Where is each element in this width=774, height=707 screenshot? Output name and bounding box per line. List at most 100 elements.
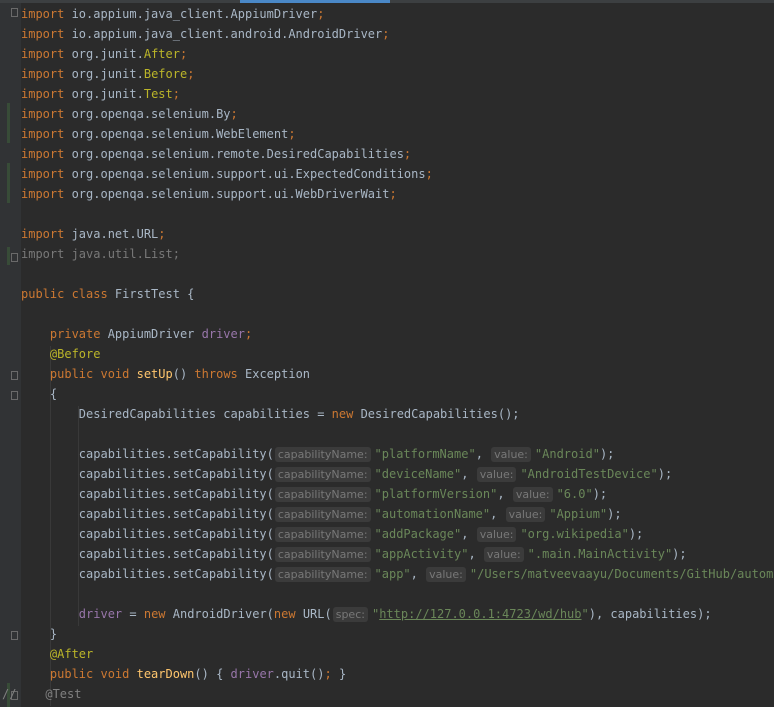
keyword: public void: [49, 367, 137, 381]
capability-value: "AndroidTestDevice": [520, 467, 658, 481]
code-line-setup-signature: public void setUp() throws Exception: [21, 364, 774, 384]
fold-toggle-icon[interactable]: [11, 253, 18, 262]
operator: =: [122, 607, 144, 621]
method-name: setUp: [136, 367, 173, 381]
vcs-change-marker: [7, 247, 10, 265]
keyword: import: [21, 107, 65, 121]
keyword: import: [21, 47, 65, 61]
import-path: io.appium.java_client.AppiumDriver: [64, 7, 318, 21]
keyword: import: [21, 87, 65, 101]
code-line-field: private AppiumDriver driver;: [21, 324, 774, 344]
keyword: public class: [21, 287, 115, 301]
constructor-call: DesiredCapabilities();: [353, 407, 520, 421]
imported-class: Before: [143, 67, 188, 81]
code-line-set-capability: capabilities.setCapability(capabilityNam…: [21, 464, 774, 484]
semicolon: ;: [317, 7, 325, 21]
capability-name: "appActivity": [374, 547, 469, 561]
keyword: throws: [194, 367, 238, 381]
method-call: capabilities.setCapability(: [78, 467, 274, 481]
vcs-change-marker: [7, 163, 10, 203]
call-end: );: [607, 507, 622, 521]
keyword: import: [21, 147, 65, 161]
code-line-import: import org.openqa.selenium.WebElement;: [21, 124, 774, 144]
capability-value: "6.0": [556, 487, 593, 501]
code-line-import-url: import java.net.URL;: [21, 224, 774, 244]
semicolon: ;: [403, 147, 412, 161]
import-path: org.openqa.selenium.support.ui.ExpectedC…: [64, 167, 426, 181]
active-tab-indicator: [240, 0, 390, 3]
keyword: import: [21, 27, 65, 41]
capability-name: "platformVersion": [374, 487, 498, 501]
url-link[interactable]: http://127.0.0.1:4723/wd/hub: [379, 607, 581, 621]
code-line-set-capability: capabilities.setCapability(capabilityNam…: [21, 504, 774, 524]
comma: ,: [410, 567, 426, 581]
code-line-commented-test: // @Test: [0, 684, 774, 704]
call-end: );: [657, 467, 673, 481]
code-area[interactable]: import io.appium.java_client.AppiumDrive…: [2, 4, 774, 704]
keyword: new: [331, 407, 354, 421]
keyword: import: [21, 167, 65, 181]
method-call: .quit(): [273, 667, 325, 681]
parens: (): [172, 367, 195, 381]
comma: ,: [461, 527, 476, 541]
capability-value: "Android": [534, 447, 600, 461]
code-line-import: import org.junit.Before;: [21, 64, 774, 84]
brace: {: [216, 667, 231, 681]
code-line-import: import org.junit.After;: [21, 44, 774, 64]
capability-name: "addPackage": [374, 527, 462, 541]
parameter-hint-value: value:: [476, 527, 517, 542]
call-end: );: [592, 487, 608, 501]
exception-type: Exception: [237, 367, 311, 381]
semicolon: ;: [179, 47, 188, 61]
imported-class: After: [143, 47, 180, 61]
call-end: );: [672, 547, 687, 561]
keyword: import: [21, 127, 65, 141]
code-editor[interactable]: import io.appium.java_client.AppiumDrive…: [0, 0, 774, 707]
commented-annotation: @Test: [16, 687, 82, 701]
parameter-hint-name: capabilityName:: [274, 507, 371, 522]
fold-toggle-icon[interactable]: [11, 631, 18, 640]
method-call: capabilities.setCapability(: [78, 567, 274, 581]
fold-toggle-icon[interactable]: [11, 371, 18, 380]
code-line-teardown: public void tearDown() { driver.quit(); …: [21, 664, 774, 684]
keyword: import: [21, 227, 65, 241]
brace: }: [331, 667, 347, 681]
fold-toggle-icon[interactable]: [11, 391, 18, 400]
capability-value: "/Users/matveevaayu/Documents/GitHub/aut…: [469, 567, 774, 581]
method-call: capabilities.setCapability(: [78, 447, 274, 461]
code-line-unused-import: import java.util.List;: [21, 244, 774, 264]
semicolon: ;: [187, 67, 195, 81]
parameter-hint-value: value:: [505, 507, 546, 522]
method-call: capabilities.setCapability(: [78, 527, 274, 541]
annotation: @Before: [49, 347, 101, 361]
keyword: new: [273, 607, 296, 621]
comma: ,: [468, 547, 483, 561]
code-line-annotation-after: @After: [21, 644, 774, 664]
constructor-call: AndroidDriver(: [165, 607, 274, 621]
import-path: org.openqa.selenium.remote.DesiredCapabi…: [64, 147, 404, 161]
parameter-hint-name: capabilityName:: [274, 447, 371, 462]
method-name: tearDown: [136, 667, 195, 681]
capability-value: ".main.MainActivity": [527, 547, 673, 561]
code-line-import: import org.openqa.selenium.support.ui.We…: [21, 184, 774, 204]
keyword: import: [21, 187, 65, 201]
code-line-set-capability: capabilities.setCapability(capabilityNam…: [21, 444, 774, 464]
parameter-hint-name: capabilityName:: [274, 527, 371, 542]
code-line-set-capability: capabilities.setCapability(capabilityNam…: [21, 544, 774, 564]
call-end: );: [628, 527, 644, 541]
code-line-set-capability: capabilities.setCapability(capabilityNam…: [21, 524, 774, 544]
code-line-annotation-before: @Before: [21, 344, 774, 364]
code-line-import: import org.openqa.selenium.remote.Desire…: [21, 144, 774, 164]
arguments-tail: ), capabilities);: [588, 607, 712, 621]
keyword: import: [21, 67, 65, 81]
parameter-hint-value: value:: [476, 467, 517, 482]
fold-toggle-icon[interactable]: [11, 8, 18, 17]
parameter-hint: spec:: [332, 607, 368, 622]
code-line-import: import org.openqa.selenium.support.ui.Ex…: [21, 164, 774, 184]
capability-name: "app": [374, 567, 411, 581]
parameter-hint-name: capabilityName:: [274, 467, 371, 482]
